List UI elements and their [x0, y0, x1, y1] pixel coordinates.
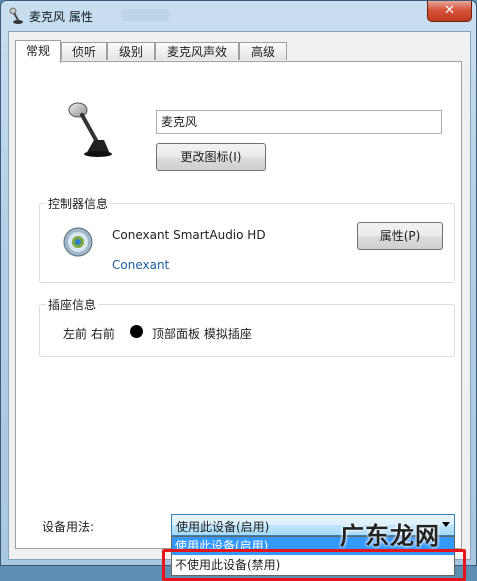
tab-advanced[interactable]: 高级: [239, 42, 287, 60]
highlight-box: [162, 549, 466, 581]
properties-window: 麦克风 属性 ✕ 常规 侦听 级别 麦克风声效 高级 麦克风 更改图标(I) 控…: [0, 0, 477, 581]
jack-info-group: 插座信息 左前 右前 顶部面板 模拟插座: [39, 296, 455, 357]
change-icon-button[interactable]: 更改图标(I): [156, 143, 266, 171]
watermark: 广东龙网: [340, 521, 440, 550]
device-name-field[interactable]: 麦克风: [156, 110, 442, 134]
tab-listen[interactable]: 侦听: [61, 42, 107, 60]
tab-general[interactable]: 常规: [15, 40, 61, 63]
general-panel: 麦克风 更改图标(I) 控制器信息 Conexant SmartAudio HD…: [15, 61, 466, 581]
dialog-client: 常规 侦听 级别 麦克风声效 高级 麦克风 更改图标(I) 控制器信息 Cone…: [8, 31, 471, 581]
microphone-icon: [9, 7, 23, 24]
device-usage-value: 使用此设备(启用): [176, 520, 270, 534]
controller-device-name: Conexant SmartAudio HD: [112, 228, 266, 242]
microphone-icon: [68, 102, 112, 157]
title-blur: [121, 9, 169, 21]
audio-device-icon: [63, 227, 93, 257]
dropdown-arrow-icon[interactable]: [442, 522, 450, 527]
device-usage-label: 设备用法:: [42, 520, 95, 534]
close-button[interactable]: ✕: [427, 1, 472, 22]
jack-position: 左前 右前: [63, 327, 115, 341]
jack-color-dot: [130, 325, 143, 338]
vendor-link[interactable]: Conexant: [112, 258, 169, 272]
jack-description: 顶部面板 模拟插座: [152, 327, 252, 341]
title-bar[interactable]: 麦克风 属性 ✕: [1, 1, 476, 31]
tab-levels[interactable]: 级别: [107, 42, 155, 60]
jack-info-label: 插座信息: [46, 296, 99, 313]
controller-info-group: 控制器信息 Conexant SmartAudio HD Conexant 属性…: [39, 195, 455, 283]
controller-info-label: 控制器信息: [46, 195, 111, 212]
window-title: 麦克风 属性: [29, 10, 93, 24]
properties-button[interactable]: 属性(P): [357, 222, 443, 250]
tab-mic-effects[interactable]: 麦克风声效: [155, 42, 239, 60]
